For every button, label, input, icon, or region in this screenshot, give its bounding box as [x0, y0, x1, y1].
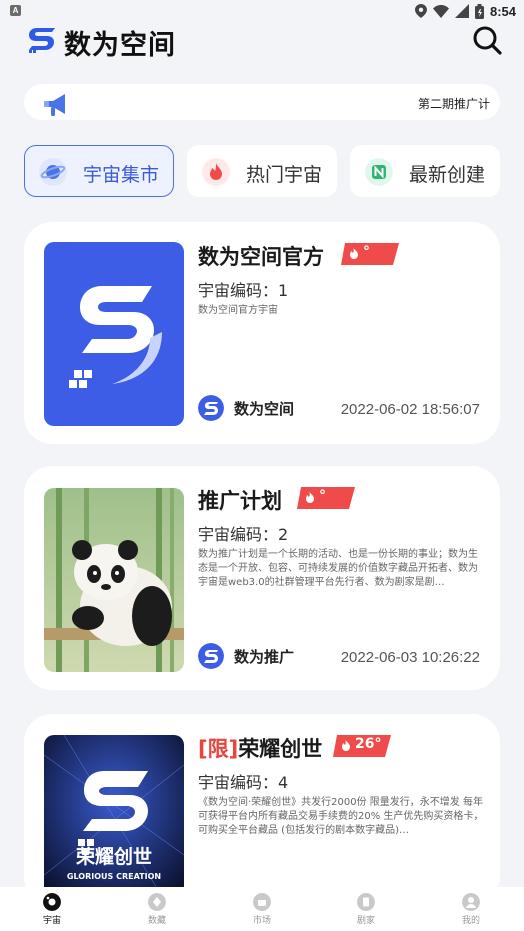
hot-badge: 26° [333, 735, 391, 757]
nav-market[interactable]: 市场 [232, 887, 292, 931]
universe-code: 宇宙编码：1 [198, 281, 289, 300]
creator-avatar [198, 643, 224, 669]
nav-label: 剧家 [356, 916, 375, 926]
notification-icon: A [10, 5, 21, 16]
universe-code: 宇宙编码：2 [198, 525, 289, 544]
hot-value: 26° [355, 736, 382, 752]
announcement-bar[interactable]: 第二期推广计 [24, 84, 500, 120]
hot-badge: ° [341, 243, 399, 265]
limited-tag: [限] [198, 737, 239, 761]
search-icon[interactable] [472, 25, 502, 55]
universe-thumbnail: 荣耀创世 GLORIOUS CREATION [44, 735, 184, 900]
tab-newest[interactable]: 最新创建 [350, 145, 500, 197]
clock: 8:54 [489, 3, 516, 19]
hot-badge: ° [297, 487, 355, 509]
universe-card[interactable]: 数为空间官方 ° 宇宙编码：1 数为空间官方宇宙 数为空间 2022-06-02… [24, 222, 500, 444]
tab-universe-market[interactable]: 宇宙集市 [24, 145, 174, 197]
card-title: 数为空间官方 [198, 245, 324, 269]
nav-profile[interactable]: 我的 [441, 887, 501, 931]
script-icon [357, 893, 375, 911]
card-title: [限]荣耀创世 [198, 737, 323, 761]
creator-name: 数为空间 [234, 399, 295, 418]
universe-thumbnail [44, 488, 184, 672]
profile-icon [462, 893, 480, 911]
nav-label: 数藏 [147, 916, 166, 926]
thumbnail-subtitle: GLORIOUS CREATION [67, 872, 161, 881]
market-icon [253, 893, 271, 911]
created-date: 2022-06-02 18:56:07 [340, 401, 480, 418]
announcement-text: 第二期推广计 [417, 97, 490, 111]
thumbnail-title: 荣耀创世 [75, 845, 152, 868]
flame-icon [202, 158, 230, 186]
universe-icon [43, 893, 61, 911]
tab-label: 宇宙集市 [83, 164, 160, 186]
creator[interactable]: 数为推广 [198, 642, 294, 670]
app-logo [29, 28, 55, 53]
collection-icon [148, 893, 166, 911]
universe-card[interactable]: 荣耀创世 GLORIOUS CREATION [限]荣耀创世 26° 宇宙编码：… [24, 714, 500, 904]
nav-scripts[interactable]: 剧家 [336, 887, 396, 931]
app-title: 数为空间 [64, 30, 176, 61]
nav-collections[interactable]: 数藏 [127, 887, 187, 931]
nav-universe[interactable]: 宇宙 [22, 887, 82, 931]
creator[interactable]: 数为空间 [198, 394, 294, 422]
universe-code: 宇宙编码：4 [198, 773, 289, 792]
universe-description: 《数为空间·荣耀创世》共发行2000份 限量发行，永不增发 每年可获得平台内所有… [198, 797, 484, 836]
category-tabs: 宇宙集市 热门宇宙 最新创建 [24, 145, 500, 197]
tab-label: 热门宇宙 [246, 164, 323, 186]
new-icon [365, 158, 393, 186]
nav-label: 市场 [252, 916, 271, 926]
created-date: 2022-06-03 10:26:22 [340, 649, 480, 666]
status-bar: A 8:54 [0, 0, 524, 22]
creator-name: 数为推广 [234, 647, 295, 666]
universe-description: 数为推广计划是一个长期的活动、也是一份长期的事业；数为生态是一个开放、包容、可持… [198, 549, 478, 588]
hot-badge-bg [341, 243, 399, 265]
nav-label: 我的 [461, 916, 480, 926]
universe-description: 数为空间官方宇宙 [198, 305, 278, 316]
universe-card[interactable]: 推广计划 ° 宇宙编码：2 数为推广计划是一个长期的活动、也是一份长期的事业；数… [24, 466, 500, 690]
universe-thumbnail [44, 242, 184, 426]
card-title: 推广计划 [198, 489, 282, 513]
creator-avatar [198, 395, 224, 421]
battery-icon [474, 3, 484, 19]
hot-value: ° [319, 488, 326, 504]
tab-hot-universe[interactable]: 热门宇宙 [187, 145, 337, 197]
hot-value: ° [363, 244, 370, 260]
status-icons: 8:54 [414, 2, 516, 20]
wifi-icon [432, 4, 449, 18]
tab-label: 最新创建 [409, 164, 486, 186]
megaphone-icon [44, 94, 65, 116]
planet-icon [39, 158, 67, 186]
nav-label: 宇宙 [42, 916, 61, 926]
bottom-nav: 宇宙 数藏 市场 剧家 我的 [0, 887, 524, 931]
app-header: 数为空间 [0, 22, 524, 64]
location-icon [414, 4, 427, 18]
hot-badge-bg [297, 487, 355, 509]
signal-icon [454, 4, 469, 18]
